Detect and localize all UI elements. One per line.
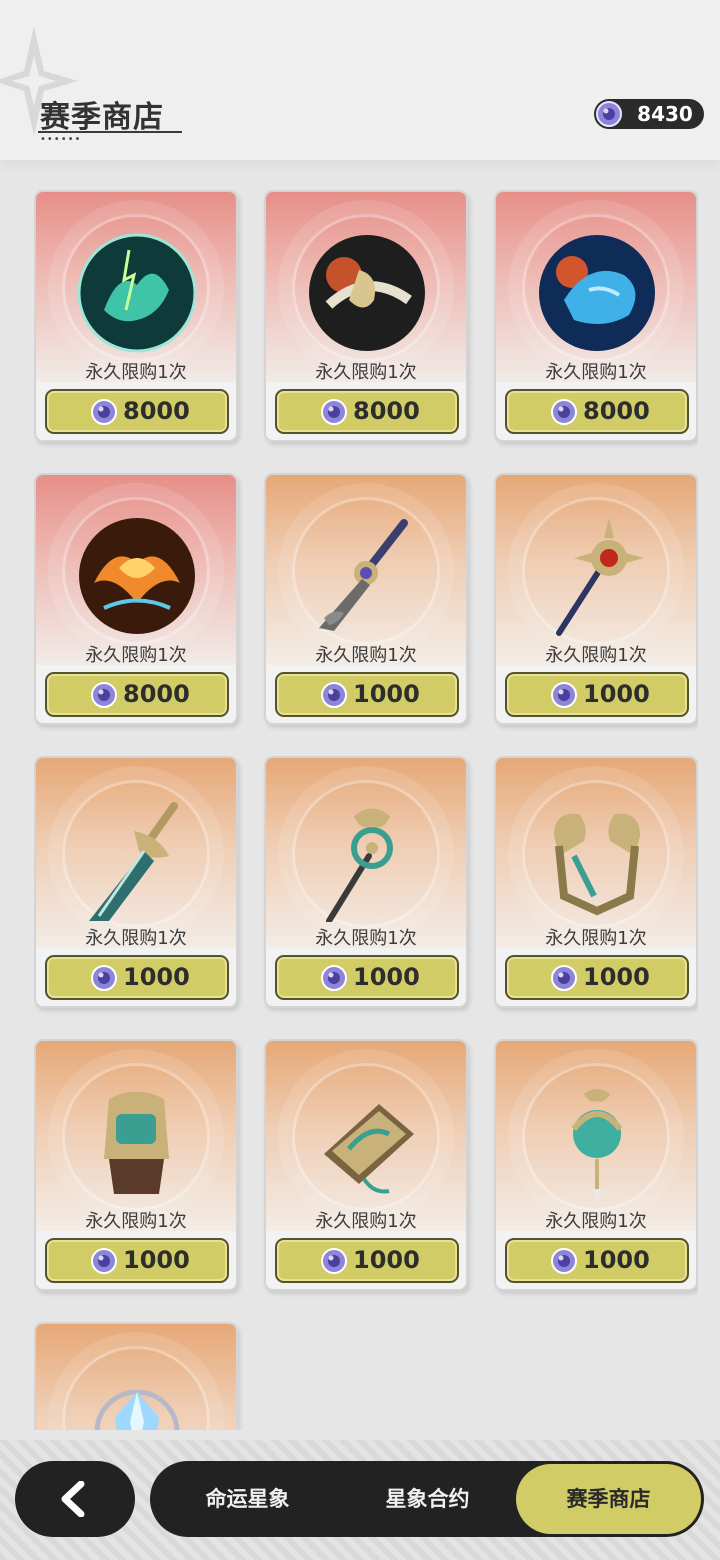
stardust-coin-icon xyxy=(551,399,577,425)
buy-button[interactable]: 1000 xyxy=(505,955,689,1000)
buy-button[interactable]: 1000 xyxy=(275,672,459,717)
price-value: 1000 xyxy=(123,963,190,991)
sword-icon xyxy=(319,519,408,631)
stardust-coin-icon xyxy=(321,399,347,425)
shop-item-card[interactable]: 永久限购1次 8000 xyxy=(494,190,698,442)
purchase-limit-label: 永久限购1次 xyxy=(315,645,417,666)
chevron-left-icon xyxy=(61,1481,85,1517)
purchase-limit-label: 永久限购1次 xyxy=(315,1211,417,1232)
stardust-coin-icon xyxy=(321,1248,347,1274)
stardust-coin-icon xyxy=(91,682,117,708)
price-value: 1000 xyxy=(353,963,420,991)
stardust-coin-icon xyxy=(551,1248,577,1274)
price-value: 8000 xyxy=(583,397,650,425)
shop-item-card[interactable]: 永久限购1次 1000 xyxy=(264,756,468,1008)
buy-button[interactable]: 8000 xyxy=(505,389,689,434)
phoenix-icon xyxy=(79,518,195,634)
buy-button[interactable]: 8000 xyxy=(275,389,459,434)
buy-button[interactable]: 1000 xyxy=(45,955,229,1000)
price-value: 1000 xyxy=(353,680,420,708)
shop-item-card[interactable]: 永久限购1次 1000 xyxy=(494,756,698,1008)
lightning-dragon-icon xyxy=(77,233,197,353)
price-value: 8000 xyxy=(123,397,190,425)
page-title: 赛季商店 xyxy=(40,100,164,135)
catalyst-book-icon xyxy=(324,1104,414,1194)
purchase-limit-label: 永久限购1次 xyxy=(85,645,187,666)
purchase-limit-label: 永久限购1次 xyxy=(85,1211,187,1232)
price-value: 1000 xyxy=(583,1246,650,1274)
purchase-limit-label: 永久限购1次 xyxy=(545,645,647,666)
tab-season-shop[interactable]: 赛季商店 xyxy=(516,1464,701,1534)
sun-staff-icon xyxy=(556,518,644,636)
shop-item-card[interactable]: 永久限购1次 8000 xyxy=(34,190,238,442)
buy-button[interactable]: 1000 xyxy=(505,672,689,717)
tab-destiny-stars[interactable]: 命运星象 xyxy=(160,1461,335,1537)
bow-icon xyxy=(554,813,640,916)
stardust-coin-icon xyxy=(551,682,577,708)
purchase-limit-label: 永久限购1次 xyxy=(315,928,417,949)
tab-star-contract[interactable]: 星象合约 xyxy=(340,1461,515,1537)
title-underline xyxy=(38,131,182,133)
orb-pendant-icon xyxy=(571,1089,623,1201)
greatsword-icon xyxy=(89,802,178,921)
shop-item-card[interactable]: 永久限购1次 1000 xyxy=(34,756,238,1008)
back-button[interactable] xyxy=(15,1461,135,1537)
stardust-coin-icon xyxy=(91,1248,117,1274)
shop-item-card[interactable]: 永久限购1次 1000 xyxy=(264,1039,468,1291)
stardust-coin-icon xyxy=(551,965,577,991)
shop-item-card[interactable]: 永久限购1次 8000 xyxy=(264,190,468,442)
purchase-limit-label: 永久限购1次 xyxy=(545,362,647,383)
price-value: 1000 xyxy=(123,1246,190,1274)
purchase-limit-label: 永久限购1次 xyxy=(315,362,417,383)
price-value: 1000 xyxy=(353,1246,420,1274)
currency-balance: 8430 xyxy=(594,99,704,129)
price-value: 8000 xyxy=(123,680,190,708)
buy-button[interactable]: 8000 xyxy=(45,389,229,434)
shop-grid: 永久限购1次 8000 永久限购1次 8000 永久限购1次 8000 永久限购… xyxy=(34,190,698,1430)
buy-button[interactable]: 1000 xyxy=(505,1238,689,1283)
buy-button[interactable]: 8000 xyxy=(45,672,229,717)
stardust-coin-icon xyxy=(321,682,347,708)
crystal-icon xyxy=(94,1389,180,1430)
buy-button[interactable]: 1000 xyxy=(45,1238,229,1283)
blue-dragon-icon xyxy=(539,235,655,351)
stardust-coin-icon xyxy=(91,965,117,991)
purchase-limit-label: 永久限购1次 xyxy=(545,928,647,949)
shop-item-card[interactable]: 永久限购1次 1000 xyxy=(494,473,698,725)
shop-item-card[interactable]: 永久限购1次 1000 xyxy=(34,1039,238,1291)
gauntlet-icon xyxy=(104,1091,169,1194)
price-value: 8000 xyxy=(353,397,420,425)
shop-item-card[interactable]: 永久限购1次 1000 xyxy=(494,1039,698,1291)
header: 赛季商店 •••••• 8430 xyxy=(0,0,720,160)
buy-button[interactable]: 1000 xyxy=(275,1238,459,1283)
shop-item-card[interactable] xyxy=(34,1322,238,1430)
wheel-polearm-icon xyxy=(326,808,393,922)
stardust-coin-icon xyxy=(91,399,117,425)
purchase-limit-label: 永久限购1次 xyxy=(85,362,187,383)
purchase-limit-label: 永久限购1次 xyxy=(545,1211,647,1232)
buy-button[interactable]: 1000 xyxy=(275,955,459,1000)
bottom-tab-bar: 命运星象 星象合约 赛季商店 xyxy=(150,1461,704,1537)
stardust-coin-icon xyxy=(321,965,347,991)
price-value: 1000 xyxy=(583,680,650,708)
title-dots: •••••• xyxy=(40,134,82,145)
price-value: 1000 xyxy=(583,963,650,991)
purchase-limit-label: 永久限购1次 xyxy=(85,928,187,949)
black-tiger-icon xyxy=(309,235,425,351)
stardust-coin-icon xyxy=(596,101,622,127)
shop-item-card[interactable]: 永久限购1次 1000 xyxy=(264,473,468,725)
currency-amount: 8430 xyxy=(637,102,693,126)
shop-item-card[interactable]: 永久限购1次 8000 xyxy=(34,473,238,725)
